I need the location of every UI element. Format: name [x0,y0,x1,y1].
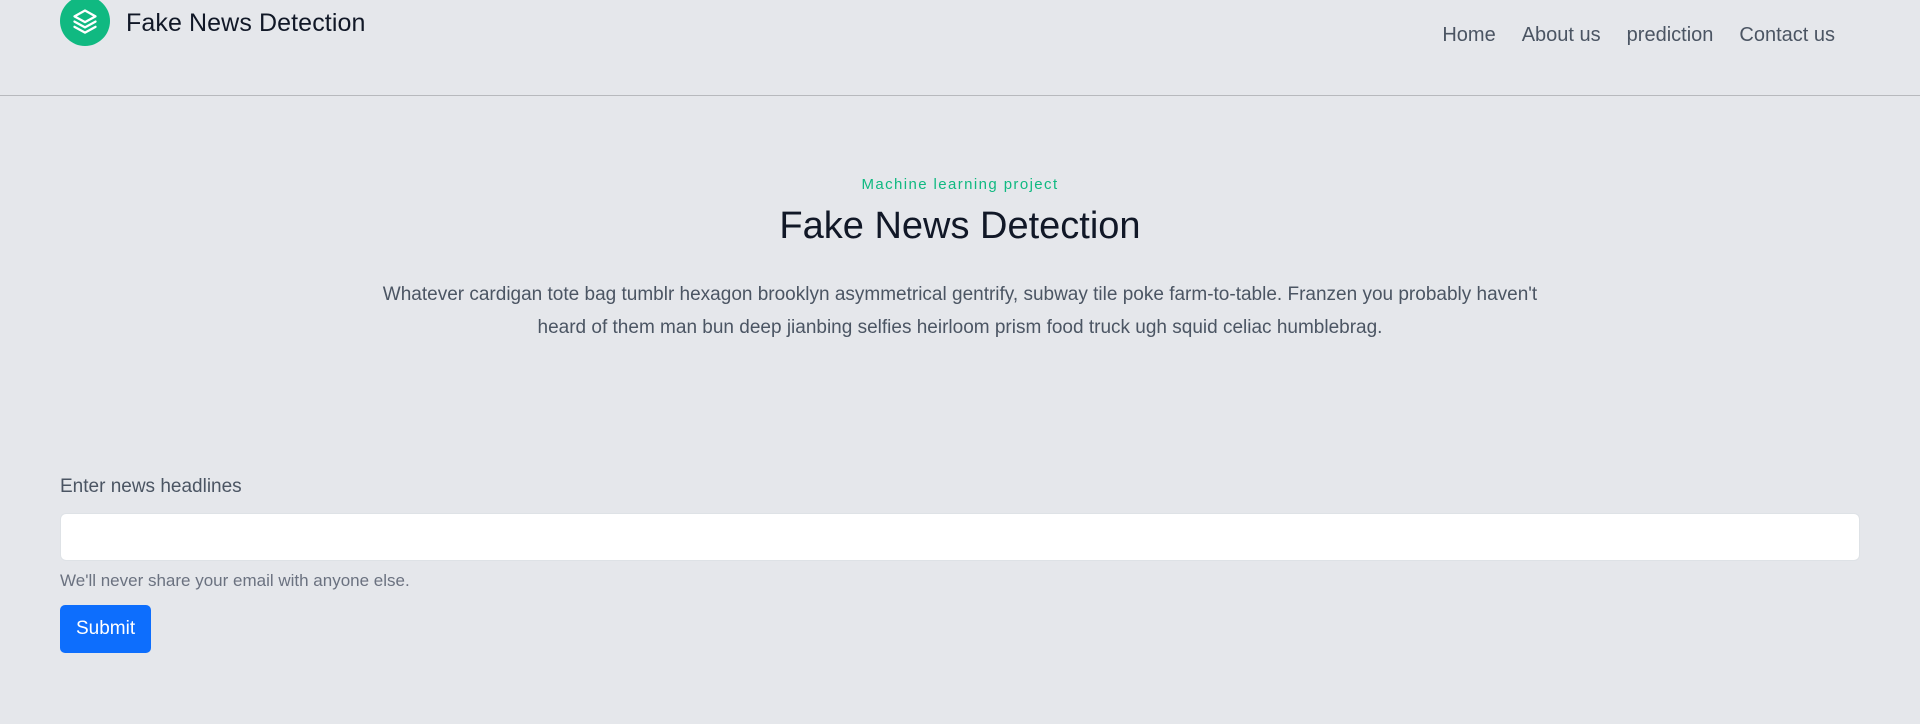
submit-button[interactable]: Submit [60,605,152,653]
stack-layers-icon [60,0,110,46]
page-title: Fake News Detection [779,205,1141,247]
site-header: Fake News Detection Home About us predic… [0,0,1920,96]
headline-input[interactable] [60,513,1860,561]
hero-section: Machine learning project Fake News Detec… [0,176,1920,344]
nav-link-contact-us[interactable]: Contact us [1739,24,1835,47]
brand-title: Fake News Detection [126,8,366,37]
main-nav: Home About us prediction Contact us [1442,24,1835,47]
hero-description: Whatever cardigan tote bag tumblr hexago… [382,284,1538,338]
nav-link-home[interactable]: Home [1442,24,1495,47]
brand[interactable]: Fake News Detection [60,0,366,46]
nav-link-prediction[interactable]: prediction [1627,24,1714,47]
help-text: We'll never share your email with anyone… [60,571,410,590]
headline-form: Enter news headlines We'll never share y… [60,476,1860,653]
headline-label: Enter news headlines [60,476,242,497]
nav-link-about-us[interactable]: About us [1522,24,1601,47]
hero-eyebrow: Machine learning project [861,176,1059,193]
